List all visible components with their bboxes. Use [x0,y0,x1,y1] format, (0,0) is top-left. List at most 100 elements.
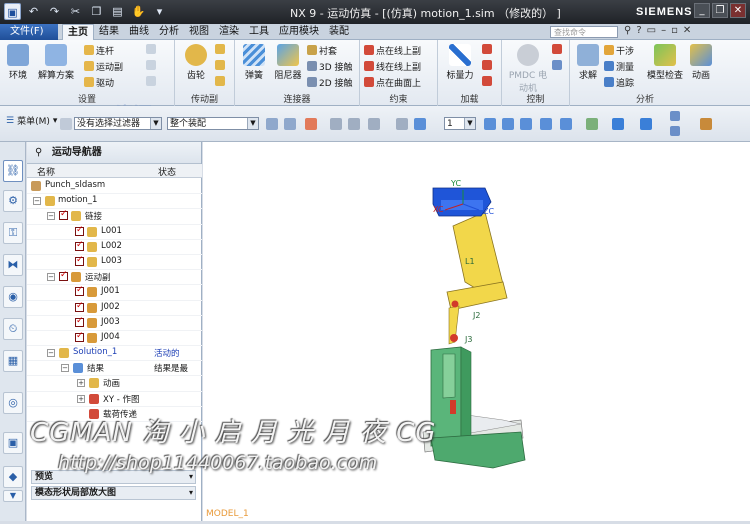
file-menu-button[interactable]: 文件(F) [0,24,58,40]
spring-button[interactable]: 弹簧 [239,44,269,81]
constraint-navigator-tab-icon[interactable]: ⚿ [3,222,23,244]
cut-icon[interactable]: ✂ [67,3,84,20]
zoom-icon[interactable] [502,118,514,130]
collapse-icon[interactable]: − [61,364,69,373]
select-tool-2-icon[interactable] [284,118,296,130]
curve-on-curve-button[interactable]: 线在线上副 [364,60,421,73]
web-browser-tab-icon[interactable]: ◎ [3,392,23,414]
fx-button[interactable] [146,60,158,72]
window-icon[interactable]: ▭ [647,25,656,36]
rotate-icon[interactable] [520,118,532,130]
measure-button[interactable]: 测量 [604,60,634,73]
restore-ribbon-icon[interactable]: ▫ [671,25,678,36]
restore-button[interactable]: ❐ [712,3,728,18]
collapse-icon[interactable]: − [47,212,55,221]
function-button[interactable] [146,44,158,56]
visibility-checkbox[interactable] [75,331,84,342]
visibility-checkbox[interactable] [75,240,84,251]
visibility-checkbox[interactable] [75,285,84,297]
damper-button[interactable]: 阻尼器 [273,44,303,81]
tree-row-j003[interactable]: J003 [27,316,202,331]
pan-icon[interactable] [540,118,552,130]
scroll-down-icon[interactable]: ▼ [3,490,23,502]
rack-button[interactable] [215,44,227,56]
tab-assemblies[interactable]: 装配 [324,24,354,41]
scalar-force-button[interactable]: 标量力 [444,44,476,81]
snap-tool-2-icon[interactable] [348,118,360,130]
toolbar-tool-1-icon[interactable] [670,111,680,121]
visibility-checkbox[interactable] [75,225,84,236]
reuse-library-tab-icon[interactable]: ◉ [3,286,23,308]
contact-2d-button[interactable]: 2D 接触 [307,76,353,89]
motion-navigator-tab-icon[interactable]: ⛓ [3,160,23,182]
tree-row-links[interactable]: − 链接 [27,209,202,225]
expand-icon[interactable]: + [77,394,85,403]
trace-button[interactable]: 追踪 [604,76,634,89]
solution-button[interactable]: 解算方案 [38,44,74,81]
tree-row-j002[interactable]: J002 [27,301,202,316]
model-check-button[interactable]: 模型检查 [646,44,684,81]
animation-button[interactable]: 动画 [688,44,714,81]
vector-torque-button[interactable] [482,76,494,88]
point-on-curve-button[interactable]: 点在线上副 [364,44,421,57]
role-tab-icon[interactable]: ▣ [3,432,23,454]
toolbar-tool-3-icon[interactable] [700,118,712,130]
visibility-checkbox[interactable] [75,301,84,312]
fit-view-icon[interactable] [484,118,496,130]
tree-row-solution[interactable]: − Solution_1 活动的 [27,346,202,362]
view-tool-2-icon[interactable] [414,118,426,130]
tree-row-motion[interactable]: − motion_1 [27,194,202,210]
expand-icon[interactable]: + [77,379,85,388]
collapse-icon[interactable]: − [33,197,41,206]
search-icon[interactable]: ⚲ [624,25,631,36]
tree-row-joints[interactable]: − 运动副 [27,270,202,286]
tree-row-l003[interactable]: L003 [27,255,202,271]
point-on-surface-button[interactable]: 点在曲面上 [364,76,421,89]
marker-button[interactable] [146,76,158,88]
touch-mode-icon[interactable]: ✋ [130,3,147,20]
snap-tool-3-icon[interactable] [368,118,380,130]
layer-select[interactable]: 1 ▼ [444,117,476,130]
gear-button[interactable]: 齿轮 [181,44,211,81]
tab-view[interactable]: 视图 [184,24,214,41]
coupler-button[interactable] [215,76,227,88]
copy-icon[interactable]: ❐ [88,3,105,20]
contact-3d-button[interactable]: 3D 接触 [307,60,353,73]
tree-row-j004[interactable]: J004 [27,331,202,347]
cube-view-icon[interactable] [612,118,624,130]
tree-row-results[interactable]: − 结果 结果是最 [27,361,202,377]
environment-button[interactable]: 环境 [6,44,30,81]
display-tool-icon[interactable] [640,118,652,130]
system-materials-tab-icon[interactable]: ◆ [3,466,23,488]
close-button[interactable]: ✕ [730,3,746,18]
view-tool-1-icon[interactable] [396,118,408,130]
tree-row-l002[interactable]: L002 [27,240,202,255]
snap-point-icon[interactable] [305,118,317,130]
visibility-checkbox[interactable] [75,255,84,266]
history-tab-icon[interactable]: ⏲ [3,318,23,340]
control-tool-2-button[interactable] [552,60,564,72]
bushing-button[interactable]: 衬套 [307,44,337,57]
column-status-header[interactable]: 状态 [158,165,176,178]
vector-force-button[interactable] [482,44,494,56]
select-tool-1-icon[interactable] [266,118,278,130]
cable-button[interactable] [215,60,227,72]
paste-icon[interactable]: ▤ [109,3,126,20]
pin-icon[interactable]: ⚲ [35,147,42,158]
close-doc-icon[interactable]: ✕ [683,25,691,36]
minimize-ribbon-icon[interactable]: – [661,25,666,36]
interference-button[interactable]: 干涉 [604,44,634,57]
joint-button[interactable]: 运动副 [84,60,123,73]
menu-button[interactable]: ☰ 菜单(M) ▾ [6,114,57,128]
column-name-header[interactable]: 名称 [37,165,55,178]
selection-filter-select[interactable]: 没有选择过滤器 ▼ [74,117,162,130]
undo-icon[interactable]: ↶ [25,3,42,20]
tab-analysis[interactable]: 分析 [154,24,184,41]
pmdc-motor-button[interactable]: PMDC 电动机 [508,44,548,94]
tab-curve[interactable]: 曲线 [124,24,154,41]
driver-button[interactable]: 驱动 [84,76,114,89]
render-style-icon[interactable] [586,118,598,130]
minimize-button[interactable]: _ [694,3,710,18]
tree-row-xy-graph[interactable]: + XY - 作图 [27,392,202,407]
dependencies-panel-header[interactable]: 模态形状局部放大图 ▾ [31,486,196,500]
